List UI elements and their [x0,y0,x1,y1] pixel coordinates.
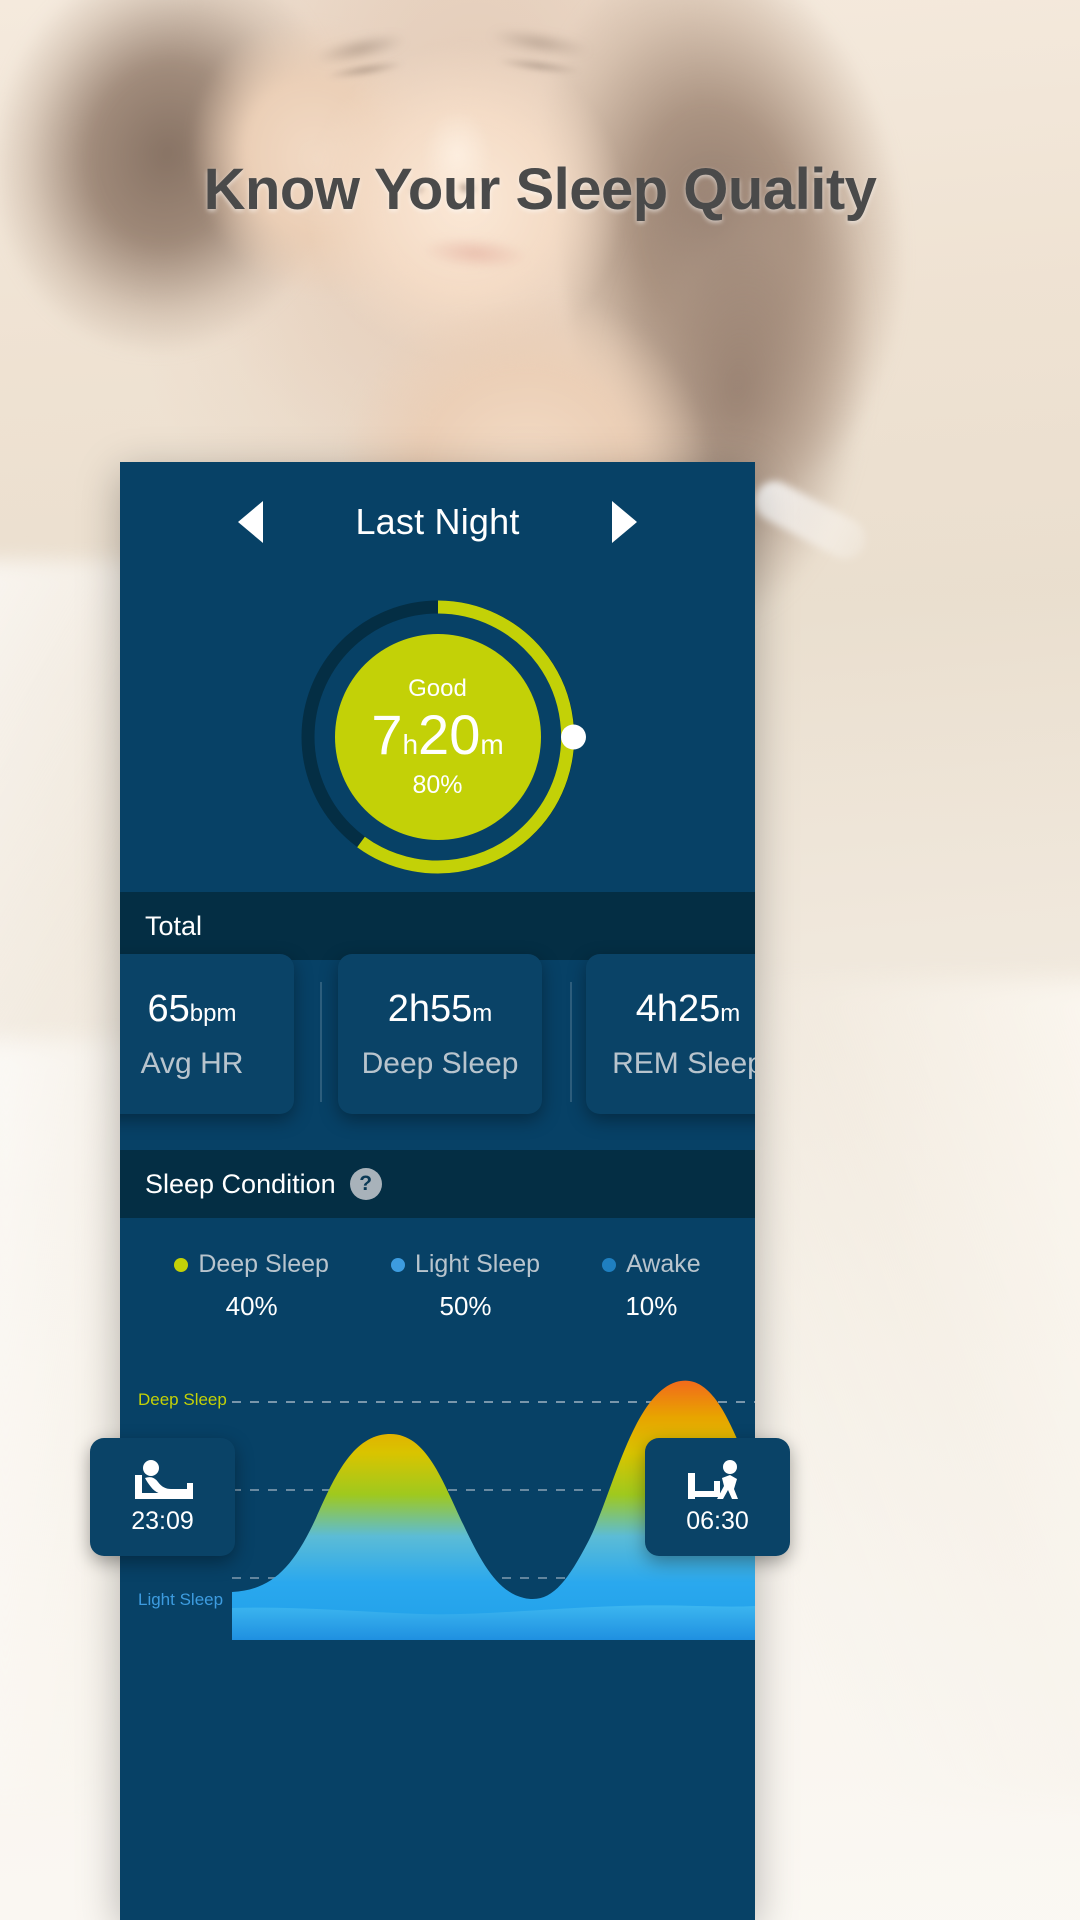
date-navigation-bar: Last Night [120,462,755,582]
stat-card-deep-sleep[interactable]: 2h55 m Deep Sleep [338,954,542,1114]
legend-item-deep-sleep: Deep Sleep 40% [174,1250,329,1322]
stat-label-deep-sleep: Deep Sleep [361,1046,519,1080]
person-getting-out-of-bed-icon [687,1459,738,1499]
legend-percent-awake: 10% [625,1291,678,1321]
gauge-minutes-unit: m [480,728,504,760]
stat-label-rem-sleep: REM Sleep [612,1046,755,1080]
legend-dot-light-icon [390,1257,405,1272]
stat-card-rem-sleep[interactable]: 4h25 m REM Sleep [586,954,755,1114]
page-title: Know Your Sleep Quality [203,157,877,222]
nav-title: Last Night [355,501,520,542]
legend-dot-awake-icon [602,1257,617,1272]
previous-night-arrow-icon[interactable] [238,501,263,543]
gauge-quality-label: Good [408,674,467,702]
stat-value-deep-sleep: 2h55 m [388,988,493,1031]
gauge-percent: 80% [412,770,463,799]
total-section-title: Total [145,910,203,941]
sleep-score-gauge-section: Good 7 h 20 m 80% [120,582,755,892]
bedtime-value: 23:09 [131,1506,194,1535]
legend-top-deep: Deep Sleep [174,1250,329,1279]
sleep-condition-legend: Deep Sleep 40% Light Sleep 50% Awake 10% [120,1218,755,1322]
legend-dot-deep-icon [174,1257,189,1272]
legend-item-awake: Awake 10% [602,1250,701,1322]
gauge-progress-marker[interactable] [560,724,586,750]
stat-number: 65 [147,987,190,1030]
gauge-inner-disc: Good 7 h 20 m 80% [334,634,541,840]
sleep-condition-header: Sleep Condition ? [120,1150,755,1218]
help-icon[interactable]: ? [349,1168,382,1200]
gauge-duration: 7 h 20 m [371,702,504,766]
person-getting-into-bed-icon [134,1459,193,1499]
next-night-arrow-icon[interactable] [612,501,637,543]
legend-label-awake: Awake [626,1250,701,1278]
bedtime-badge[interactable]: 23:09 [90,1438,235,1556]
sleep-condition-title: Sleep Condition [145,1168,336,1199]
stat-card-avg-hr[interactable]: 65 bpm Avg HR [120,954,294,1114]
stat-divider-2 [570,982,572,1102]
stat-number: 4h25 [635,987,721,1030]
sleep-score-gauge[interactable]: Good 7 h 20 m 80% [298,597,586,877]
stat-unit: m [720,999,741,1027]
waketime-badge[interactable]: 06:30 [645,1438,790,1556]
legend-label-light: Light Sleep [414,1250,541,1278]
legend-item-light-sleep: Light Sleep 50% [390,1250,541,1322]
gauge-hours: 7 [371,702,403,766]
stat-divider-1 [320,982,322,1102]
legend-label-deep: Deep Sleep [198,1250,329,1278]
stat-value-avg-hr: 65 bpm [148,988,237,1031]
waketime-value: 06:30 [686,1506,749,1535]
chart-axis-label-deep: Deep Sleep [138,1390,227,1409]
total-stats-row: 65 bpm Avg HR 2h55 m Deep Sleep 4h25 m R… [120,954,755,1150]
stat-unit: m [472,999,493,1027]
legend-percent-deep: 40% [225,1291,278,1321]
gauge-hours-unit: h [402,728,419,760]
legend-top-light: Light Sleep [390,1250,541,1279]
sleep-app-card: Last Night Good 7 h 20 m 80% Total 65 bp… [120,462,755,1920]
legend-percent-light: 50% [439,1291,492,1321]
total-section-header: Total [120,892,755,960]
stat-value-rem-sleep: 4h25 m [636,988,741,1031]
legend-top-awake: Awake [602,1250,701,1279]
stat-unit: bpm [189,999,237,1027]
stat-label-avg-hr: Avg HR [140,1046,244,1080]
stat-number: 2h55 [387,987,473,1030]
gauge-minutes: 20 [418,702,481,766]
chart-axis-label-light: Light Sleep [138,1590,224,1609]
